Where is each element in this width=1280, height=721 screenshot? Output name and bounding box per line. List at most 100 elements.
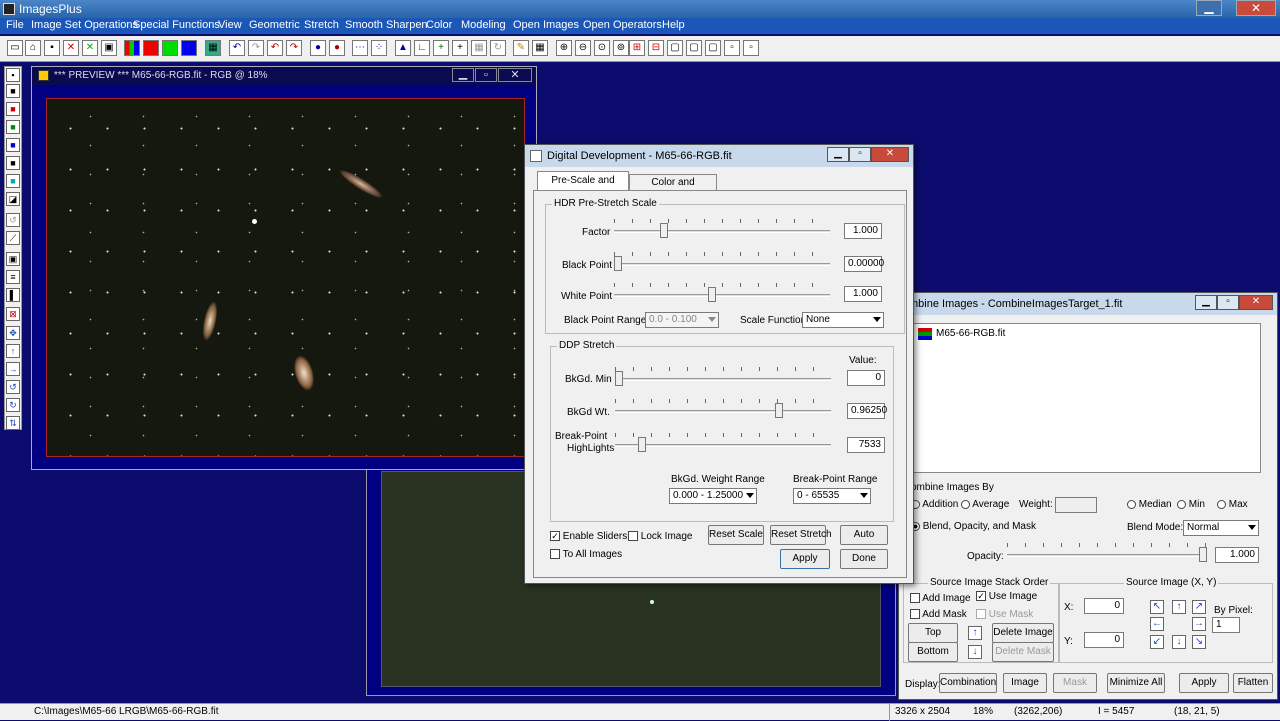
menu-modeling[interactable]: Modeling [461, 19, 506, 31]
tab-pre-scale-stretch[interactable]: Pre-Scale and Stretch [537, 171, 629, 204]
window-arrange-icon[interactable]: ▢ [705, 40, 721, 56]
slider-thumb[interactable] [1199, 547, 1207, 562]
menu-geometric[interactable]: Geometric [249, 19, 300, 31]
zoom-actual-icon[interactable]: ⊚ [613, 40, 629, 56]
nudge-up-left-icon[interactable]: ↖ [1150, 600, 1164, 614]
pencil-icon[interactable]: ✎ [513, 40, 529, 56]
menu-color[interactable]: Color [426, 19, 452, 31]
red-channel-icon[interactable] [143, 40, 159, 56]
dd-minimize-button[interactable]: ▁ [827, 147, 849, 162]
menu-special-functions[interactable]: Special Functions [133, 19, 220, 31]
nudge-right-icon[interactable]: → [1192, 617, 1206, 631]
bkgd-wt-slider[interactable] [615, 399, 831, 419]
levels-icon[interactable]: ≡ [6, 270, 20, 284]
refresh-icon[interactable]: ↺ [6, 213, 20, 227]
undo-all-icon[interactable]: ↶ [267, 40, 283, 56]
bottom-button[interactable]: Bottom [908, 642, 958, 662]
cyan-swatch-icon[interactable]: ■ [6, 174, 20, 188]
blue-swatch-icon[interactable]: ■ [6, 138, 20, 152]
opacity-slider[interactable] [1007, 543, 1207, 563]
ci-close-button[interactable]: ✕ [1239, 295, 1273, 310]
zoom-in-icon[interactable]: ⊕ [556, 40, 572, 56]
minimize-all-button[interactable]: Minimize All [1107, 673, 1165, 693]
close-app-button[interactable]: ✕ [1236, 0, 1276, 16]
slider-thumb[interactable] [615, 371, 623, 386]
slider-thumb[interactable] [614, 256, 622, 271]
x-field[interactable]: 0 [1084, 598, 1124, 614]
reset-stretch-button[interactable]: Reset Stretch [770, 525, 832, 545]
enable-sliders-checkbox[interactable]: ✓ Enable Sliders [550, 531, 627, 542]
bkgd-min-slider[interactable] [615, 367, 831, 387]
break-point-field[interactable]: 7533 [847, 437, 885, 453]
median-radio[interactable]: Median [1127, 499, 1172, 510]
window-tile-icon[interactable]: ▢ [667, 40, 683, 56]
menu-help[interactable]: Help [662, 19, 685, 31]
redo-icon[interactable]: ↷ [248, 40, 264, 56]
menu-view[interactable]: View [218, 19, 242, 31]
nudge-left-icon[interactable]: ← [1150, 617, 1164, 631]
auto-button[interactable]: Auto [840, 525, 888, 545]
grid-overlay-icon[interactable]: ▦ [471, 40, 487, 56]
ci-maximize-button[interactable]: ▫ [1217, 295, 1239, 310]
window-cascade-icon[interactable]: ▢ [686, 40, 702, 56]
menu-smooth-sharpen[interactable]: Smooth Sharpen [345, 19, 428, 31]
green-channel-icon[interactable] [162, 40, 178, 56]
blue-channel-icon[interactable] [181, 40, 197, 56]
zoom-fit-icon[interactable]: ⊙ [594, 40, 610, 56]
save-icon[interactable]: ▪ [44, 40, 60, 56]
nudge-down-left-icon[interactable]: ↙ [1150, 635, 1164, 649]
black-point-range-select[interactable]: 0.0 - 0.100 [645, 312, 719, 328]
menu-file[interactable]: File [6, 19, 24, 31]
arrow-right-tool-icon[interactable]: → [6, 362, 20, 376]
top-button[interactable]: Top [908, 623, 958, 643]
rotate-icon[interactable]: ↻ [490, 40, 506, 56]
ci-minimize-button[interactable]: ▁ [1195, 295, 1217, 310]
break-point-range-select[interactable]: 0 - 65535 [793, 488, 871, 504]
curve-icon[interactable]: ⟋ [6, 231, 20, 245]
move-icon[interactable]: ✥ [6, 326, 20, 340]
flatten-button[interactable]: Flatten [1233, 673, 1273, 693]
delete-image-button[interactable]: Delete Image [992, 623, 1054, 643]
blend-mode-select[interactable]: Normal [1183, 520, 1259, 536]
plus-icon[interactable]: + [452, 40, 468, 56]
bkgd-weight-range-select[interactable]: 0.000 - 1.25000 [669, 488, 757, 504]
move-down-icon[interactable]: ↓ [968, 645, 982, 659]
y-field[interactable]: 0 [1084, 632, 1124, 648]
open-icon[interactable]: ⌂ [25, 40, 41, 56]
average-radio[interactable]: Average [961, 499, 1009, 510]
dd-maximize-button[interactable]: ▫ [849, 147, 871, 162]
rgb-channels-icon[interactable] [124, 40, 140, 56]
black-point-field[interactable]: 0.00000 [844, 256, 884, 272]
combine-images-window[interactable]: mbine Images - CombineImagesTarget_1.fit… [898, 292, 1278, 700]
slider-thumb[interactable] [707, 287, 716, 302]
preview-window[interactable]: *** PREVIEW *** M65-66-RGB.fit - RGB @ 1… [31, 66, 537, 470]
minimize-app-button[interactable]: ▁ [1196, 0, 1222, 16]
bar-icon[interactable]: ▌ [6, 288, 20, 302]
zoom-region-icon[interactable]: ⊠ [6, 307, 20, 321]
menu-open-operators[interactable]: Open Operators [583, 19, 662, 31]
luminance-icon[interactable]: ■ [6, 156, 20, 170]
preview-maximize-button[interactable]: ▫ [475, 68, 497, 82]
window-smaller-icon[interactable]: ▫ [743, 40, 759, 56]
green-swatch-icon[interactable]: ■ [6, 120, 20, 134]
opacity-field[interactable]: 1.000 [1215, 547, 1259, 563]
crop-icon[interactable]: ⁘ [371, 40, 387, 56]
slider-thumb[interactable] [637, 437, 646, 452]
min-radio[interactable]: Min [1177, 499, 1205, 510]
menu-image-set-operations[interactable]: Image Set Operations [31, 19, 138, 31]
bkgd-min-field[interactable]: 0 [847, 370, 885, 386]
select-point-icon[interactable]: ● [310, 40, 326, 56]
factor-slider[interactable] [614, 219, 830, 239]
window-small-icon[interactable]: ▫ [724, 40, 740, 56]
ci-apply-button[interactable]: Apply [1179, 673, 1229, 693]
delete-mask-button[interactable]: Delete Mask [992, 642, 1054, 662]
bkgd-wt-field[interactable]: 0.96250 [847, 403, 887, 419]
menu-open-images[interactable]: Open Images [513, 19, 579, 31]
dd-apply-button[interactable]: Apply [780, 549, 830, 569]
new-icon[interactable]: ▭ [7, 40, 23, 56]
image-button[interactable]: Image [1003, 673, 1047, 693]
dd-close-button[interactable]: ✕ [871, 147, 909, 162]
line-select-icon[interactable]: ⋯ [352, 40, 368, 56]
by-pixel-field[interactable]: 1 [1212, 617, 1240, 633]
nudge-up-icon[interactable]: ↑ [1172, 600, 1186, 614]
